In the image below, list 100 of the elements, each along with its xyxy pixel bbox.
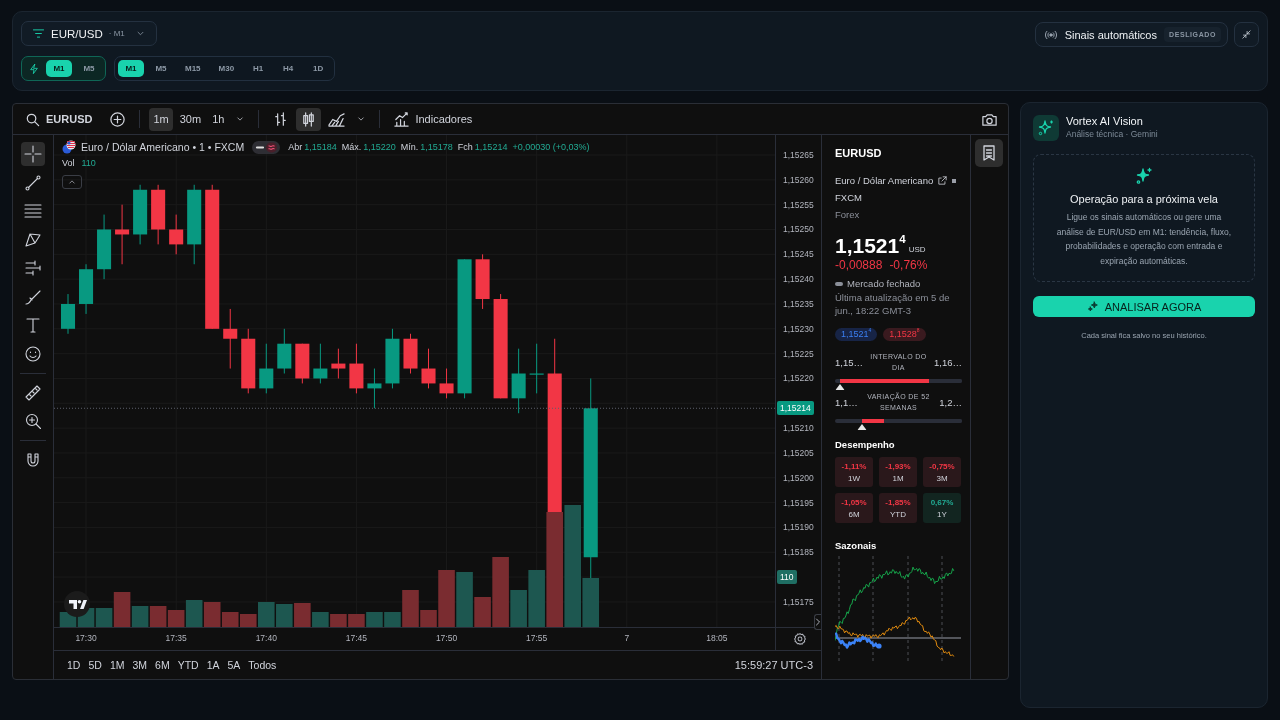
last-update-text: Última atualização em 5 de jun., 18:22 GMT-3 — [835, 291, 951, 317]
collapse-button[interactable] — [1234, 22, 1259, 47]
market-status-text: Mercado fechado — [847, 277, 921, 290]
interval-tab[interactable]: 1m — [149, 107, 173, 131]
price-axis-label: 1,15220 — [782, 373, 814, 384]
price-axis-label: 1,15265 — [782, 150, 814, 160]
performance-value: -1,85% — [885, 497, 911, 507]
crosshair-icon — [24, 145, 42, 163]
timeframe-chip[interactable]: M1 — [46, 60, 72, 77]
performance-period: 6M — [848, 509, 860, 519]
range-high-value: 1,2… — [939, 396, 962, 408]
currency-label: USD — [908, 245, 926, 254]
time-axis-label: 17:50 — [435, 633, 458, 643]
zigzag-icon — [24, 230, 42, 249]
price-axis-label: 1,15245 — [782, 249, 814, 260]
performance-value: 0,67% — [930, 497, 954, 507]
performance-period: YTD — [890, 509, 906, 519]
price-change: -0,00888 — [835, 258, 883, 273]
date-range-button[interactable]: 1D — [64, 657, 84, 673]
symbol-search-button[interactable]: EURUSD — [20, 107, 103, 131]
date-range-button[interactable]: 1M — [106, 657, 128, 673]
timeframe-chip[interactable]: M30 — [211, 60, 242, 77]
sparkles-icon — [1086, 300, 1099, 313]
section-title: Sazonais — [835, 540, 878, 552]
price-axis-label: 1,15225 — [782, 348, 814, 359]
date-range-button[interactable]: 6M — [152, 657, 173, 673]
time-axis-label: 7 — [624, 633, 630, 643]
range-low-value: 1,1… — [835, 396, 858, 408]
ticker-text: EURUSD — [835, 147, 883, 160]
timeframe-chip[interactable]: M5 — [76, 60, 102, 77]
filter-icon — [32, 27, 45, 40]
performance-period: 1W — [848, 473, 860, 483]
price-value: 1,1521$^{4}$ — [835, 233, 906, 258]
price-axis-label: 1,15185 — [782, 547, 814, 558]
date-range-button[interactable]: Todos — [245, 657, 280, 673]
analyze-button[interactable]: ANALISAR AGORA — [1033, 296, 1255, 317]
performance-period: 3M — [936, 473, 948, 483]
price-axis-label: 1,15195 — [782, 497, 814, 508]
timeframe-chip[interactable]: M5 — [148, 60, 174, 77]
date-range-button[interactable]: 5A — [224, 657, 244, 673]
price-axis-label: 1,15260 — [782, 174, 814, 185]
price-axis-label: 1,15250 — [782, 224, 814, 235]
parallel-lines-icon — [24, 259, 42, 277]
time-axis-label: 18:05 — [706, 633, 728, 643]
time-axis-label: 17:40 — [255, 633, 277, 643]
indicators-button[interactable]: Indicadores — [389, 107, 477, 131]
panel-toggle-button[interactable] — [814, 614, 821, 630]
price-axis-label: 1,15190 — [782, 522, 814, 533]
caret-icon — [356, 114, 367, 124]
date-range-button[interactable]: YTD — [174, 657, 202, 673]
card-title: Operação para a próxima vela — [1070, 192, 1218, 206]
performance-value: -1,11% — [841, 461, 867, 471]
area-icon — [328, 110, 346, 128]
caret-icon — [235, 114, 246, 124]
time-axis-label: 17:30 — [75, 633, 97, 643]
performance-period: 1Y — [937, 509, 947, 519]
side-panel-button[interactable] — [975, 139, 1003, 167]
text-tool-icon — [24, 316, 42, 334]
panel-subtitle: Análise técnica · Gemini — [1066, 128, 1158, 140]
plus-circle-icon — [109, 110, 127, 128]
closed-status-icon — [835, 281, 843, 286]
timeframe-chip[interactable]: H1 — [245, 60, 272, 77]
card-description: Ligue os sinais automáticos ou gere uma análise de EUR/USD em M1: tendência, fluxo, probabilidades e operação com entrada e expiração automáticas. — [1055, 211, 1233, 268]
timeframe-chip[interactable]: H4 — [275, 60, 302, 77]
chevron-icon — [815, 618, 821, 626]
date-range-button[interactable]: 5D — [85, 657, 105, 673]
timeframe-chip[interactable]: 1D — [305, 60, 332, 77]
clock-text: 15:59:27 UTC-3 — [734, 659, 813, 671]
section-title: Desempenho — [835, 439, 896, 451]
date-range-button[interactable]: 1A — [203, 657, 223, 673]
price-axis-label: 1,15200 — [782, 472, 814, 483]
magnet-icon — [24, 451, 42, 469]
sparkle-icon — [1033, 115, 1059, 141]
settings-icon — [793, 632, 807, 646]
performance-value: -1,05% — [841, 497, 867, 507]
broadcast-icon — [1043, 28, 1058, 41]
date-range-button[interactable]: 3M — [129, 657, 151, 673]
time-axis-label: 17:55 — [526, 633, 548, 643]
time-axis-label: 17:45 — [345, 633, 368, 643]
zoom-in-icon — [24, 412, 42, 430]
ruler-icon — [24, 383, 42, 402]
interval-tab[interactable]: 30m — [175, 107, 206, 131]
price-axis-label: 1,15210 — [782, 423, 814, 434]
sparkle-icon — [1135, 167, 1153, 185]
volume-tag: 110 — [777, 570, 797, 585]
price-axis-label: 1,15230 — [782, 323, 814, 334]
performance-value: -1,93% — [885, 461, 911, 471]
interval-tab[interactable]: 1h — [208, 107, 229, 131]
timeframe-chip[interactable]: M15 — [178, 60, 208, 77]
performance-value: -0,75% — [929, 461, 955, 471]
price-axis-label: 1,15255 — [782, 199, 814, 210]
price-axis-label: 1,15240 — [782, 274, 814, 285]
timeframe-chip[interactable]: M1 — [118, 60, 144, 77]
symbol-selector[interactable]: EUR/USD · M1 — [21, 21, 157, 46]
price-change-percent: -0,76% — [889, 258, 928, 273]
exchange-name: FXCM — [835, 191, 862, 205]
external-link-icon — [937, 175, 949, 186]
range-low-value: 1,15… — [835, 356, 863, 368]
performance-period: 1M — [892, 473, 904, 483]
chart-style-button[interactable] — [296, 107, 322, 131]
